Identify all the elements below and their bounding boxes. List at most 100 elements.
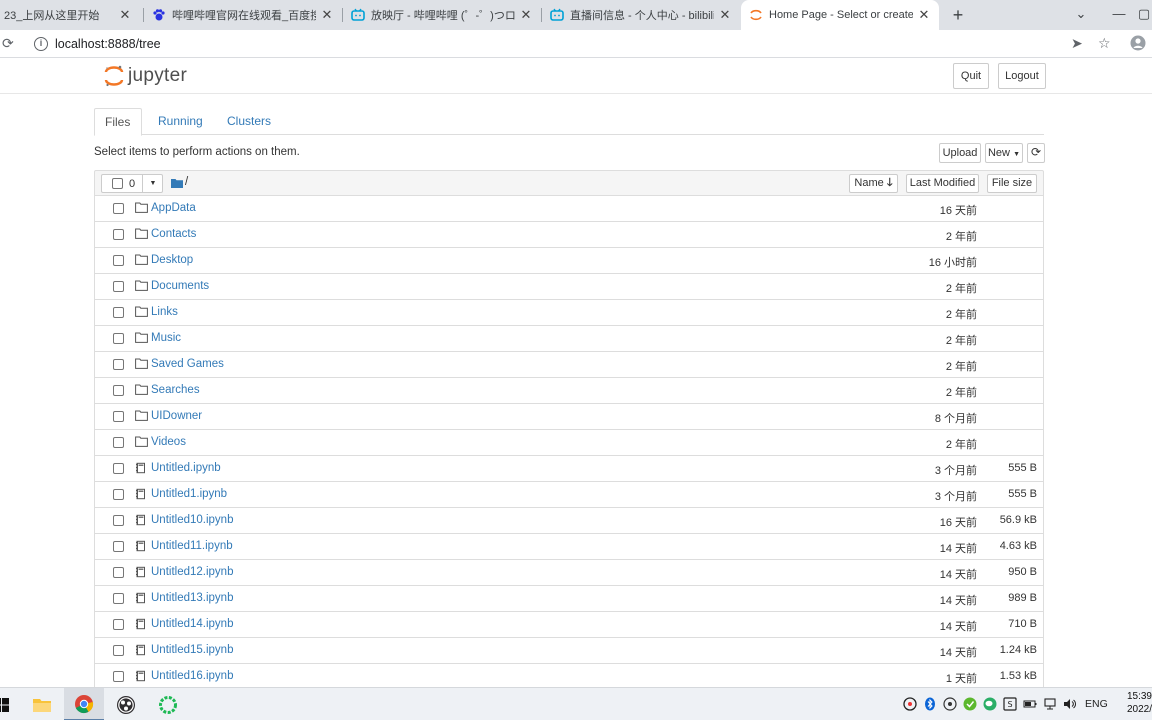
item-checkbox[interactable] <box>113 333 124 344</box>
item-name-link[interactable]: AppData <box>151 202 196 214</box>
close-icon[interactable]: ✕ <box>320 7 334 23</box>
breadcrumb-root[interactable]: / <box>185 176 188 188</box>
item-name-link[interactable]: Untitled15.ipynb <box>151 644 233 656</box>
tab-search-chevron-icon[interactable]: ⌄ <box>1064 0 1098 30</box>
tab-files[interactable]: Files <box>94 108 142 136</box>
folder-icon[interactable] <box>171 177 183 191</box>
logout-button[interactable]: Logout <box>998 63 1046 89</box>
file-explorer-icon[interactable] <box>22 688 62 720</box>
item-name-link[interactable]: Untitled1.ipynb <box>151 488 227 500</box>
item-checkbox[interactable] <box>113 281 124 292</box>
item-checkbox[interactable] <box>113 411 124 422</box>
item-name-link[interactable]: Untitled16.ipynb <box>151 670 233 682</box>
item-checkbox[interactable] <box>113 437 124 448</box>
new-tab-plus-icon[interactable]: + <box>948 5 968 25</box>
item-name-link[interactable]: Untitled13.ipynb <box>151 592 233 604</box>
select-all-checkbox[interactable] <box>112 178 123 189</box>
browser-tab-active[interactable]: Home Page - Select or create ✕ <box>741 0 939 30</box>
sort-by-name-button[interactable]: Name 🡓 <box>849 174 898 193</box>
browser-tab[interactable]: 直播间信息 - 个人中心 - bilibili l ✕ <box>542 0 740 30</box>
battery-icon[interactable] <box>1023 697 1037 711</box>
list-item[interactable]: Untitled16.ipynb 1 天前 1.53 kB <box>94 664 1044 689</box>
tray-green-app-icon[interactable] <box>963 697 977 711</box>
send-icon[interactable]: ➤ <box>1071 35 1083 52</box>
new-dropdown-button[interactable]: New ▼ <box>985 143 1023 163</box>
jupyter-logo[interactable]: jupyter <box>104 64 187 88</box>
browser-tab[interactable]: 23_上网从这里开始 ✕ <box>0 0 140 30</box>
item-name-link[interactable]: Links <box>151 306 178 318</box>
item-checkbox[interactable] <box>113 463 124 474</box>
list-item[interactable]: Untitled12.ipynb 14 天前 950 B <box>94 560 1044 586</box>
tab-clusters[interactable]: Clusters <box>217 108 281 135</box>
sort-by-modified-button[interactable]: Last Modified <box>906 174 979 193</box>
select-all-dropdown[interactable]: 0 ▼ <box>101 174 163 193</box>
item-checkbox[interactable] <box>113 255 124 266</box>
list-item[interactable]: Untitled14.ipynb 14 天前 710 B <box>94 612 1044 638</box>
input-language[interactable]: ENG <box>1085 698 1108 710</box>
tab-running[interactable]: Running <box>148 108 213 135</box>
list-item[interactable]: Desktop 16 小时前 <box>94 248 1044 274</box>
item-name-link[interactable]: Untitled12.ipynb <box>151 566 233 578</box>
item-name-link[interactable]: Contacts <box>151 228 196 240</box>
tray-wechat-icon[interactable] <box>983 697 997 711</box>
address-bar[interactable]: localhost:8888/tree <box>55 37 161 51</box>
bookmark-star-icon[interactable]: ☆ <box>1098 35 1111 52</box>
item-checkbox[interactable] <box>113 515 124 526</box>
item-checkbox[interactable] <box>113 645 124 656</box>
tray-app-box-icon[interactable]: S <box>1003 697 1017 711</box>
item-checkbox[interactable] <box>113 489 124 500</box>
close-icon[interactable]: ✕ <box>118 7 132 23</box>
windows-start-icon[interactable] <box>0 688 14 720</box>
list-item[interactable]: Untitled.ipynb 3 个月前 555 B <box>94 456 1044 482</box>
profile-avatar-icon[interactable] <box>1130 35 1146 54</box>
sort-by-size-button[interactable]: File size <box>987 174 1037 193</box>
item-name-link[interactable]: Videos <box>151 436 186 448</box>
refresh-button[interactable]: ⟳ <box>1027 143 1045 163</box>
list-item[interactable]: Videos 2 年前 <box>94 430 1044 456</box>
item-name-link[interactable]: Saved Games <box>151 358 224 370</box>
item-name-link[interactable]: UIDowner <box>151 410 202 422</box>
item-checkbox[interactable] <box>113 593 124 604</box>
item-name-link[interactable]: Documents <box>151 280 209 292</box>
item-checkbox[interactable] <box>113 567 124 578</box>
item-name-link[interactable]: Untitled11.ipynb <box>151 540 233 552</box>
obs-icon[interactable] <box>106 688 146 720</box>
network-icon[interactable] <box>1043 697 1057 711</box>
list-item[interactable]: AppData 16 天前 <box>94 196 1044 222</box>
item-name-link[interactable]: Searches <box>151 384 200 396</box>
item-checkbox[interactable] <box>113 671 124 682</box>
list-item[interactable]: Untitled11.ipynb 14 天前 4.63 kB <box>94 534 1044 560</box>
item-checkbox[interactable] <box>113 385 124 396</box>
upload-button[interactable]: Upload <box>939 143 981 163</box>
list-item[interactable]: Untitled15.ipynb 14 天前 1.24 kB <box>94 638 1044 664</box>
minimize-icon[interactable]: — <box>1102 0 1136 30</box>
item-name-link[interactable]: Untitled14.ipynb <box>151 618 233 630</box>
list-item[interactable]: Contacts 2 年前 <box>94 222 1044 248</box>
close-icon[interactable]: ✕ <box>917 7 931 23</box>
item-name-link[interactable]: Desktop <box>151 254 193 266</box>
tray-network-app-icon[interactable] <box>943 697 957 711</box>
tray-app-icon[interactable] <box>903 697 917 711</box>
list-item[interactable]: Saved Games 2 年前 <box>94 352 1044 378</box>
list-item[interactable]: Links 2 年前 <box>94 300 1044 326</box>
close-icon[interactable]: ✕ <box>519 7 533 23</box>
app-ring-icon[interactable] <box>148 688 188 720</box>
item-name-link[interactable]: Untitled10.ipynb <box>151 514 233 526</box>
item-checkbox[interactable] <box>113 359 124 370</box>
volume-icon[interactable] <box>1063 697 1077 711</box>
list-item[interactable]: Searches 2 年前 <box>94 378 1044 404</box>
item-checkbox[interactable] <box>113 541 124 552</box>
item-checkbox[interactable] <box>113 619 124 630</box>
chrome-icon[interactable] <box>64 688 104 720</box>
list-item[interactable]: Untitled1.ipynb 3 个月前 555 B <box>94 482 1044 508</box>
list-item[interactable]: UIDowner 8 个月前 <box>94 404 1044 430</box>
item-checkbox[interactable] <box>113 203 124 214</box>
list-item[interactable]: Music 2 年前 <box>94 326 1044 352</box>
quit-button[interactable]: Quit <box>953 63 989 89</box>
list-item[interactable]: Untitled10.ipynb 16 天前 56.9 kB <box>94 508 1044 534</box>
reload-icon[interactable]: ⟳ <box>2 35 14 52</box>
maximize-icon[interactable]: ▢ <box>1136 0 1152 30</box>
item-checkbox[interactable] <box>113 229 124 240</box>
browser-tab[interactable]: 哔哩哔哩官网在线观看_百度搜索 ✕ <box>144 0 342 30</box>
system-clock[interactable]: 15:39 2022/ <box>1120 690 1152 716</box>
